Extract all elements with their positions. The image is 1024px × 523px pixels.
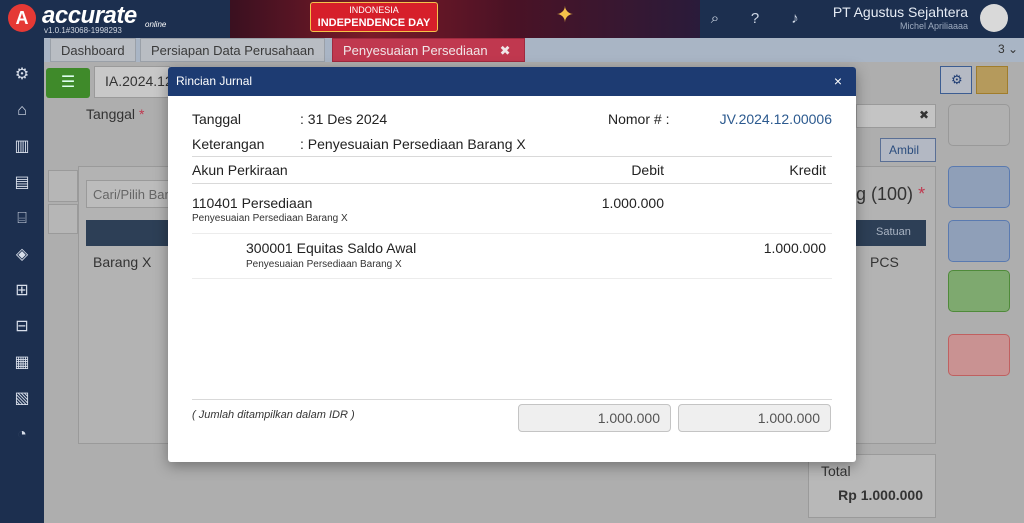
total-value: Rp 1.000.000	[838, 487, 923, 503]
save-button[interactable]	[948, 104, 1010, 146]
sidebar: ⚙ ⌂ ▥ ▤ ⌸ ◈ ⊞ ⊟ ▦ ▧ ◔	[0, 38, 44, 523]
divider	[192, 399, 832, 400]
help-icon[interactable]: ?	[744, 8, 766, 30]
top-bar: A accurate online v1.0.1#3068-1998293 IN…	[0, 0, 1024, 38]
filter-clear-input[interactable]: ✖	[856, 104, 936, 128]
tab-penyesuaian-persediaan[interactable]: Penyesuaian Persediaan ✖	[332, 38, 525, 62]
tips-bulb-button[interactable]	[976, 66, 1008, 94]
journal-row-kredit: 1.000.000	[763, 240, 826, 256]
bank-icon[interactable]: ⌸	[11, 208, 33, 230]
banner-line-2: INDEPENDENCE DAY	[317, 17, 431, 29]
tanggal-label: Tanggal	[192, 111, 242, 127]
tab-count[interactable]: 3 ⌄	[998, 42, 1018, 56]
inbox-icon[interactable]: ⌂	[11, 100, 33, 122]
item-name: Barang X	[93, 254, 152, 270]
satuan-header: Satuan	[876, 226, 911, 238]
company-name[interactable]: PT Agustus Sejahtera	[833, 4, 968, 20]
col-akun-header: Akun Perkiraan	[192, 162, 288, 178]
divider	[192, 183, 832, 184]
ledger-book-icon[interactable]: ▤	[11, 172, 33, 194]
festive-banner	[230, 0, 700, 38]
journal-row-note: Penyesuaian Persediaan Barang X	[192, 213, 348, 224]
divider	[192, 233, 832, 234]
tab-label: Penyesuaian Persediaan	[343, 43, 488, 58]
delete-button[interactable]	[948, 334, 1010, 376]
tab-close-icon[interactable]: ✖	[500, 39, 511, 63]
more-options-button[interactable]	[948, 270, 1010, 312]
money-bag-icon[interactable]: ◈	[11, 244, 33, 266]
qty-header: g (100) *	[856, 184, 925, 205]
tab-dashboard[interactable]: Dashboard	[50, 38, 136, 62]
attachment-button[interactable]	[948, 220, 1010, 262]
garuda-emblem-icon: ✦	[555, 2, 575, 27]
user-name: Michel Apriliaaaa	[899, 21, 968, 31]
settings-button[interactable]: ⚙	[940, 66, 972, 94]
journal-detail-modal: Rincian Jurnal × Tanggal : 31 Des 2024 K…	[168, 67, 856, 462]
journal-row-account: 300001 Equitas Saldo Awal	[246, 240, 417, 256]
notification-bell-icon[interactable]: ♪	[784, 8, 806, 30]
nomor-label: Nomor # :	[608, 111, 670, 127]
journal-row-note: Penyesuaian Persediaan Barang X	[246, 259, 402, 270]
keterangan-value: : Penyesuaian Persediaan Barang X	[300, 136, 526, 152]
modal-title: Rincian Jurnal	[176, 74, 253, 88]
modal-close-icon[interactable]: ×	[834, 67, 842, 96]
tanggal-label-bg: Tanggal *	[86, 106, 144, 122]
tanggal-label-text: Tanggal	[86, 106, 136, 122]
report-chart-icon[interactable]: ◔	[11, 424, 33, 446]
accurate-logo-sub: online	[145, 20, 167, 29]
col-kredit-header: Kredit	[789, 162, 826, 178]
total-debit-field: 1.000.000	[518, 404, 671, 432]
detail-tab-icon[interactable]	[48, 170, 78, 202]
doc-number: IA.2024.12	[105, 73, 173, 89]
avatar[interactable]	[980, 4, 1008, 32]
satuan-value: PCS	[870, 254, 899, 270]
keterangan-label: Keterangan	[192, 136, 265, 152]
qty-header-text: g (100)	[856, 184, 914, 204]
total-kredit-field: 1.000.000	[678, 404, 831, 432]
search-icon[interactable]: ⌕	[704, 8, 726, 30]
building-icon[interactable]: ▥	[11, 136, 33, 158]
total-panel: Total Rp 1.000.000	[808, 454, 936, 518]
divider	[192, 156, 832, 157]
col-debit-header: Debit	[631, 162, 664, 178]
shopping-cart-icon[interactable]: ⊞	[11, 280, 33, 302]
tanggal-value: : 31 Des 2024	[300, 111, 388, 127]
total-label: Total	[821, 463, 851, 479]
document-button[interactable]	[948, 166, 1010, 208]
settings-gear-icon[interactable]: ⚙	[11, 64, 33, 86]
nomor-value-link[interactable]: JV.2024.12.00006	[720, 111, 832, 127]
divider	[192, 278, 832, 279]
accurate-logo-icon[interactable]: A	[8, 4, 36, 32]
app-version: v1.0.1#3068-1998293	[44, 26, 122, 35]
ambil-label: Ambil	[889, 143, 920, 157]
item-search-input[interactable]: Cari/Pilih Bar	[86, 180, 176, 208]
currency-footnote: ( Jumlah ditampilkan dalam IDR )	[192, 409, 355, 421]
journal-row-account: 110401 Persediaan	[192, 195, 313, 211]
independence-banner: INDONESIA INDEPENDENCE DAY	[310, 2, 438, 32]
clear-x-icon[interactable]: ✖	[919, 108, 929, 122]
banner-line-1: INDONESIA	[349, 5, 399, 15]
tab-persiapan-data[interactable]: Persiapan Data Perusahaan	[140, 38, 326, 62]
settings-gear-icon-btn: ⚙	[951, 72, 963, 87]
info-tab-icon[interactable]	[48, 204, 78, 234]
journal-row-debit: 1.000.000	[601, 195, 664, 211]
doc-number-tab[interactable]: IA.2024.12	[94, 66, 173, 98]
required-mark: *	[138, 106, 145, 122]
tax-document-icon[interactable]: ▧	[11, 388, 33, 410]
item-search-placeholder: Cari/Pilih Bar	[93, 187, 169, 202]
ambil-button[interactable]: Ambil	[880, 138, 936, 162]
qty-required-mark: *	[918, 184, 926, 204]
modal-header: Rincian Jurnal ×	[168, 67, 856, 96]
sales-cart-icon[interactable]: ⊟	[11, 316, 33, 338]
inventory-icon[interactable]: ▦	[11, 352, 33, 374]
list-menu-button[interactable]: ☰	[46, 68, 90, 98]
